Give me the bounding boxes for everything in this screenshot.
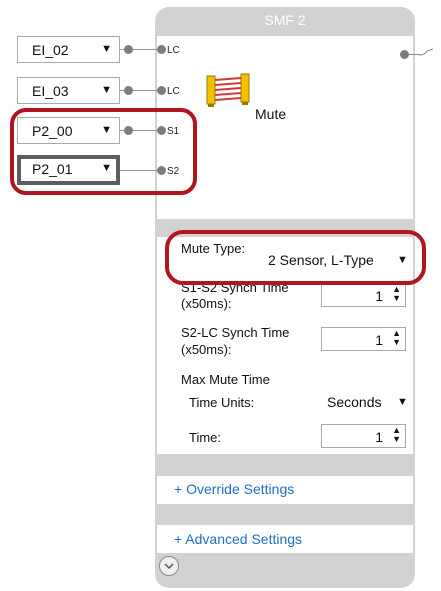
highlight-sensor-inputs	[10, 108, 197, 195]
block-title: SMF 2	[264, 12, 306, 28]
s1-s2-synch-stepper[interactable]: 1 ▲ ▼	[321, 283, 406, 307]
time-label: Time:	[189, 430, 222, 445]
triangle-down-icon[interactable]: ▼	[397, 396, 408, 408]
input-pin-lc2[interactable]	[157, 86, 166, 95]
max-mute-time-heading: Max Mute Time	[181, 372, 270, 387]
s2-lc-synch-label: S2-LC Synch Time	[181, 325, 290, 340]
input-value: EI_02	[32, 42, 69, 58]
wire-node	[124, 45, 133, 54]
pin-label: LC	[167, 45, 180, 56]
highlight-mute-type	[165, 230, 426, 285]
stepper-value: 1	[375, 429, 383, 445]
spinner-arrows-icon[interactable]: ▲ ▼	[392, 426, 401, 444]
function-label: Mute	[255, 106, 287, 122]
spinner-arrows-icon[interactable]: ▲ ▼	[392, 329, 401, 347]
stepper-value: 1	[375, 332, 383, 348]
wire-node	[124, 86, 133, 95]
time-units-label: Time Units:	[189, 395, 255, 410]
pin-label: LC	[167, 86, 180, 97]
stepper-value: 1	[375, 288, 383, 304]
input-select-lc2[interactable]: EI_03 ▼	[17, 77, 120, 104]
s1-s2-synch-unit: (x50ms):	[181, 296, 232, 311]
advanced-settings-link[interactable]: + Advanced Settings	[174, 531, 302, 547]
triangle-down-icon: ▼	[101, 84, 112, 96]
input-pin-lc1[interactable]	[157, 45, 166, 54]
output-wire-end	[419, 48, 433, 56]
s2-lc-synch-stepper[interactable]: 1 ▲ ▼	[321, 327, 406, 351]
time-stepper[interactable]: 1 ▲ ▼	[321, 424, 406, 448]
input-select-lc1[interactable]: EI_02 ▼	[17, 36, 120, 63]
spinner-arrows-icon[interactable]: ▲ ▼	[392, 285, 401, 303]
chevron-down-icon[interactable]	[159, 556, 179, 576]
time-units-select[interactable]: Seconds	[327, 394, 381, 410]
s2-lc-synch-unit: (x50ms):	[181, 342, 232, 357]
triangle-down-icon: ▼	[101, 43, 112, 55]
light-curtain-icon	[206, 73, 250, 107]
override-settings-link[interactable]: + Override Settings	[174, 481, 294, 497]
input-value: EI_03	[32, 83, 69, 99]
